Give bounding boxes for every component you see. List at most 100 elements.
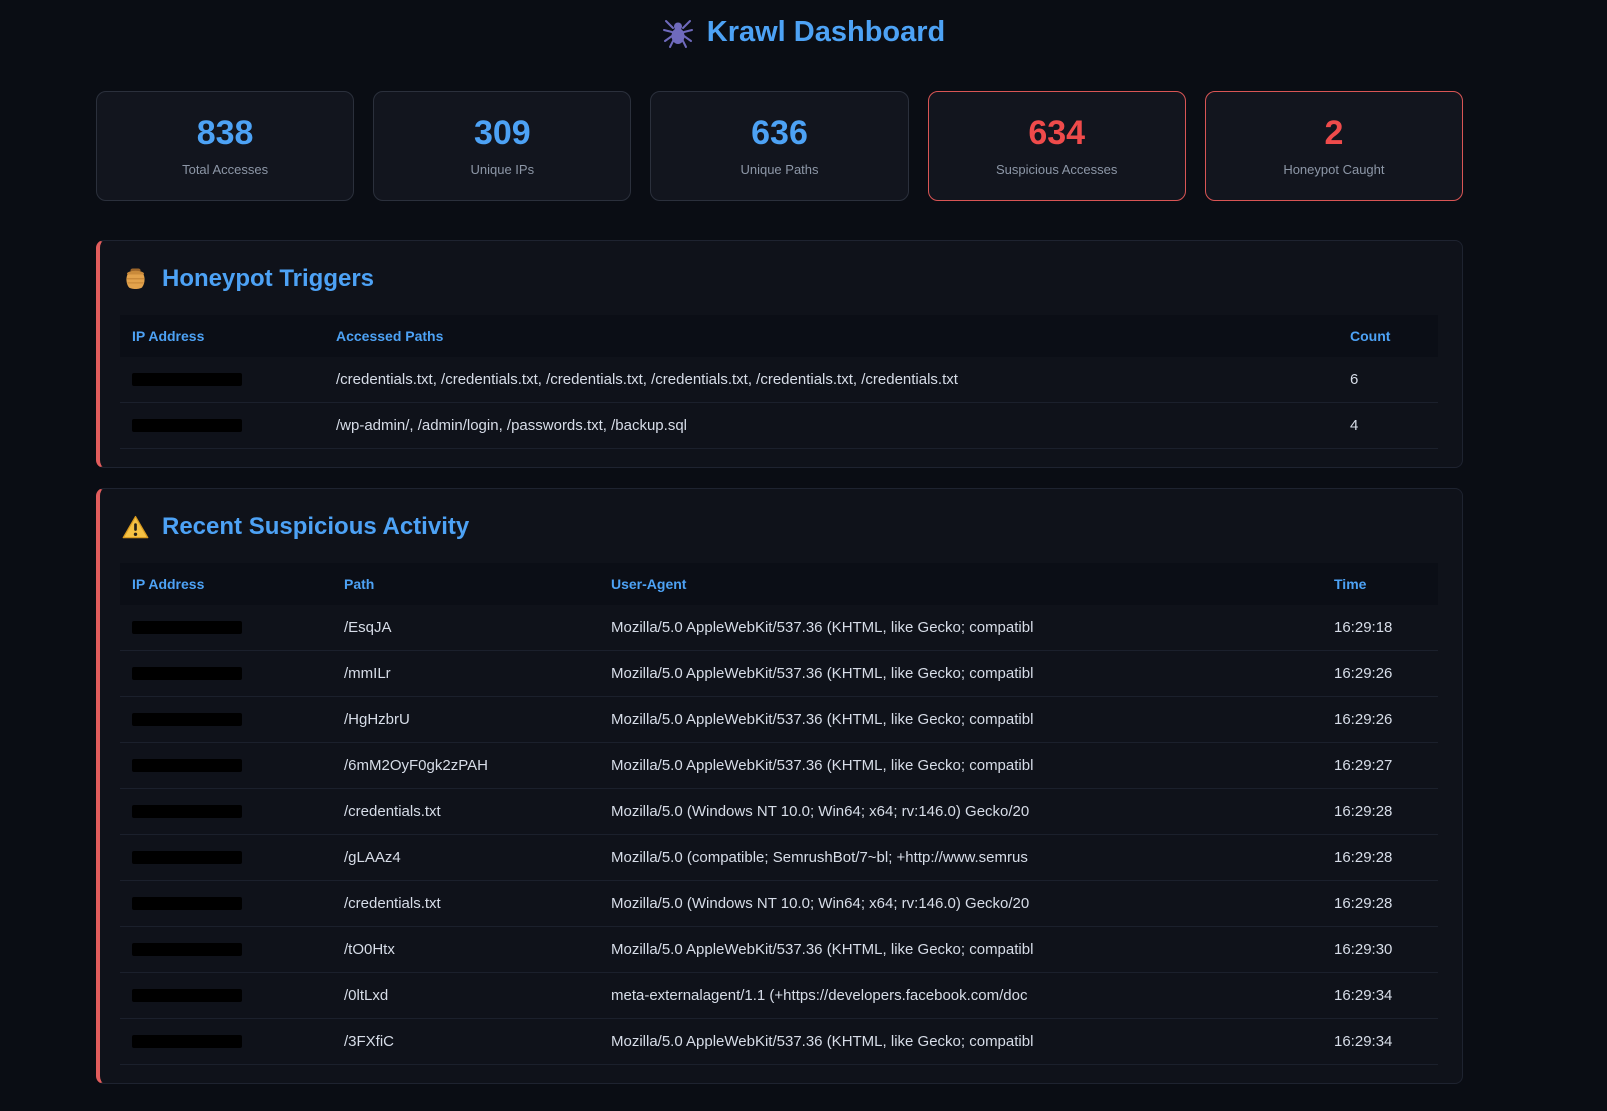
honeypot-row: /wp-admin/, /admin/login, /passwords.txt… bbox=[120, 403, 1438, 449]
path-cell: /mmILr bbox=[332, 651, 599, 697]
user-agent-cell: Mozilla/5.0 (Windows NT 10.0; Win64; x64… bbox=[599, 789, 1322, 835]
path-cell: /EsqJA bbox=[332, 605, 599, 651]
ip-address-cell bbox=[120, 881, 332, 927]
column-header-time: Time bbox=[1322, 563, 1438, 605]
redacted-ip-bar bbox=[132, 373, 242, 386]
redacted-ip-bar bbox=[132, 759, 242, 772]
redacted-ip-bar bbox=[132, 713, 242, 726]
ip-address-cell bbox=[120, 835, 332, 881]
stat-card: 634 Suspicious Accesses bbox=[928, 91, 1186, 201]
redacted-ip-bar bbox=[132, 621, 242, 634]
time-cell: 16:29:30 bbox=[1322, 927, 1438, 973]
activity-table-header: IP Address Path User-Agent Time bbox=[120, 563, 1438, 605]
page-title-text: Krawl Dashboard bbox=[707, 16, 946, 49]
user-agent-cell: meta-externalagent/1.1 (+https://develop… bbox=[599, 973, 1322, 1019]
user-agent-cell: Mozilla/5.0 (compatible; SemrushBot/7~bl… bbox=[599, 835, 1322, 881]
column-header-ip-address: IP Address bbox=[120, 563, 332, 605]
redacted-ip-bar bbox=[132, 943, 242, 956]
stat-value: 2 bbox=[1324, 116, 1343, 150]
user-agent-cell: Mozilla/5.0 AppleWebKit/537.36 (KHTML, l… bbox=[599, 927, 1322, 973]
stat-label: Unique Paths bbox=[740, 162, 818, 177]
path-cell: /tO0Htx bbox=[332, 927, 599, 973]
honeypot-panel-title: Honeypot Triggers bbox=[122, 265, 1438, 293]
column-header-path: Path bbox=[332, 563, 599, 605]
stat-card: 309 Unique IPs bbox=[373, 91, 631, 201]
ip-address-cell bbox=[120, 357, 324, 403]
suspicious-activity-panel: Recent Suspicious Activity IP Address Pa… bbox=[96, 488, 1463, 1084]
activity-row: /3FXfiC Mozilla/5.0 AppleWebKit/537.36 (… bbox=[120, 1019, 1438, 1065]
stat-value: 309 bbox=[474, 116, 531, 150]
activity-row: /mmILr Mozilla/5.0 AppleWebKit/537.36 (K… bbox=[120, 651, 1438, 697]
time-cell: 16:29:26 bbox=[1322, 697, 1438, 743]
activity-row: /credentials.txt Mozilla/5.0 (Windows NT… bbox=[120, 881, 1438, 927]
ip-address-cell bbox=[120, 1019, 332, 1065]
ip-address-cell bbox=[120, 789, 332, 835]
time-cell: 16:29:34 bbox=[1322, 1019, 1438, 1065]
time-cell: 16:29:18 bbox=[1322, 605, 1438, 651]
stat-card: 636 Unique Paths bbox=[650, 91, 908, 201]
time-cell: 16:29:28 bbox=[1322, 881, 1438, 927]
path-cell: /6mM2OyF0gk2zPAH bbox=[332, 743, 599, 789]
ip-address-cell bbox=[120, 605, 332, 651]
ip-address-cell bbox=[120, 697, 332, 743]
activity-panel-title-text: Recent Suspicious Activity bbox=[162, 513, 469, 541]
path-cell: /credentials.txt bbox=[332, 789, 599, 835]
stat-label: Total Accesses bbox=[182, 162, 268, 177]
ip-address-cell bbox=[120, 651, 332, 697]
user-agent-cell: Mozilla/5.0 AppleWebKit/537.36 (KHTML, l… bbox=[599, 651, 1322, 697]
stat-label: Unique IPs bbox=[471, 162, 535, 177]
user-agent-cell: Mozilla/5.0 AppleWebKit/537.36 (KHTML, l… bbox=[599, 605, 1322, 651]
activity-row: /0ltLxd meta-externalagent/1.1 (+https:/… bbox=[120, 973, 1438, 1019]
stat-card: 838 Total Accesses bbox=[96, 91, 354, 201]
path-cell: /0ltLxd bbox=[332, 973, 599, 1019]
activity-row: /credentials.txt Mozilla/5.0 (Windows NT… bbox=[120, 789, 1438, 835]
honeypot-icon bbox=[122, 266, 149, 293]
redacted-ip-bar bbox=[132, 1035, 242, 1048]
redacted-ip-bar bbox=[132, 897, 242, 910]
ip-address-cell bbox=[120, 927, 332, 973]
time-cell: 16:29:28 bbox=[1322, 789, 1438, 835]
spider-icon bbox=[662, 17, 694, 49]
stat-label: Honeypot Caught bbox=[1283, 162, 1384, 177]
count-cell: 4 bbox=[1338, 403, 1438, 449]
ip-address-cell bbox=[120, 973, 332, 1019]
column-header-count: Count bbox=[1338, 315, 1438, 357]
activity-row: /tO0Htx Mozilla/5.0 AppleWebKit/537.36 (… bbox=[120, 927, 1438, 973]
honeypot-panel-title-text: Honeypot Triggers bbox=[162, 265, 374, 293]
stat-value: 634 bbox=[1028, 116, 1085, 150]
redacted-ip-bar bbox=[132, 805, 242, 818]
column-header-user-agent: User-Agent bbox=[599, 563, 1322, 605]
activity-row: /EsqJA Mozilla/5.0 AppleWebKit/537.36 (K… bbox=[120, 605, 1438, 651]
column-header-accessed-paths: Accessed Paths bbox=[324, 315, 1338, 357]
activity-row: /6mM2OyF0gk2zPAH Mozilla/5.0 AppleWebKit… bbox=[120, 743, 1438, 789]
user-agent-cell: Mozilla/5.0 AppleWebKit/537.36 (KHTML, l… bbox=[599, 697, 1322, 743]
activity-panel-title: Recent Suspicious Activity bbox=[122, 513, 1438, 541]
honeypot-table-header: IP Address Accessed Paths Count bbox=[120, 315, 1438, 357]
path-cell: /3FXfiC bbox=[332, 1019, 599, 1065]
ip-address-cell bbox=[120, 743, 332, 789]
user-agent-cell: Mozilla/5.0 (Windows NT 10.0; Win64; x64… bbox=[599, 881, 1322, 927]
time-cell: 16:29:27 bbox=[1322, 743, 1438, 789]
path-cell: /gLAAz4 bbox=[332, 835, 599, 881]
path-cell: /HgHzbrU bbox=[332, 697, 599, 743]
redacted-ip-bar bbox=[132, 851, 242, 864]
time-cell: 16:29:34 bbox=[1322, 973, 1438, 1019]
redacted-ip-bar bbox=[132, 989, 242, 1002]
stats-row: 838 Total Accesses 309 Unique IPs 636 Un… bbox=[96, 91, 1463, 201]
page-title: Krawl Dashboard bbox=[0, 0, 1607, 49]
time-cell: 16:29:28 bbox=[1322, 835, 1438, 881]
stat-value: 636 bbox=[751, 116, 808, 150]
stat-value: 838 bbox=[197, 116, 254, 150]
count-cell: 6 bbox=[1338, 357, 1438, 403]
stat-card: 2 Honeypot Caught bbox=[1205, 91, 1463, 201]
redacted-ip-bar bbox=[132, 419, 242, 432]
time-cell: 16:29:26 bbox=[1322, 651, 1438, 697]
user-agent-cell: Mozilla/5.0 AppleWebKit/537.36 (KHTML, l… bbox=[599, 1019, 1322, 1065]
redacted-ip-bar bbox=[132, 667, 242, 680]
ip-address-cell bbox=[120, 403, 324, 449]
user-agent-cell: Mozilla/5.0 AppleWebKit/537.36 (KHTML, l… bbox=[599, 743, 1322, 789]
warning-icon bbox=[122, 514, 149, 541]
honeypot-row: /credentials.txt, /credentials.txt, /cre… bbox=[120, 357, 1438, 403]
dashboard-container: 838 Total Accesses 309 Unique IPs 636 Un… bbox=[96, 91, 1463, 1084]
path-cell: /credentials.txt bbox=[332, 881, 599, 927]
